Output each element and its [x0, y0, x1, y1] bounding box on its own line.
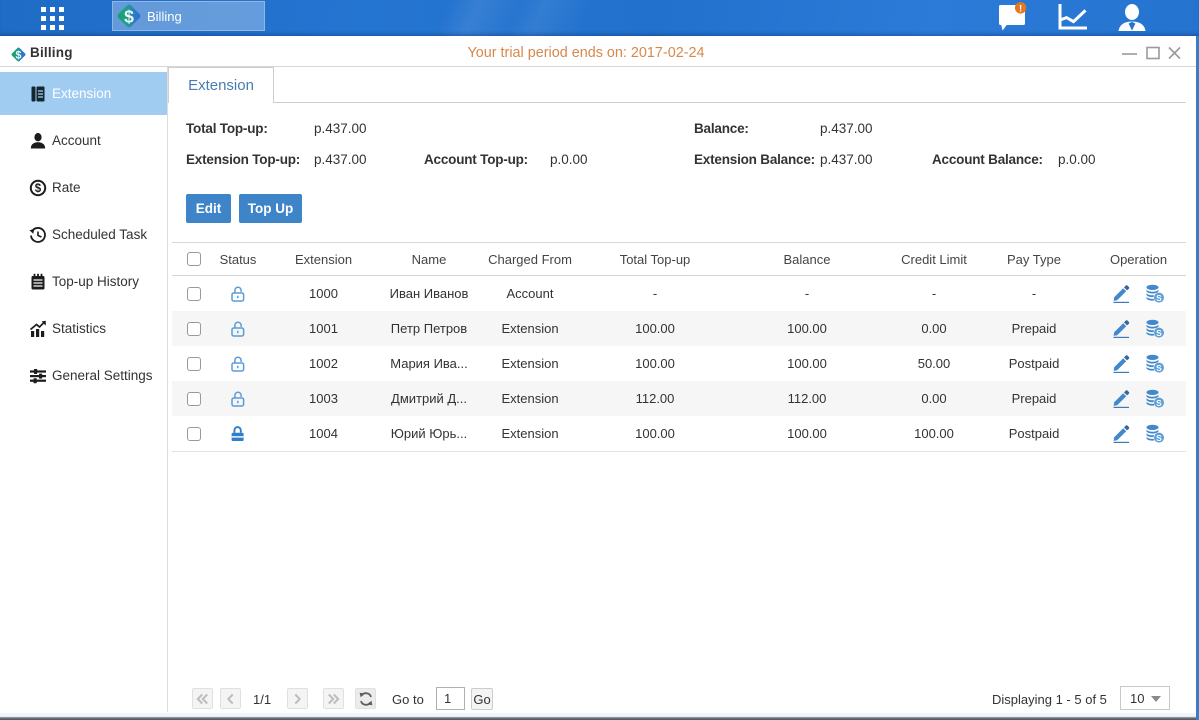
svg-text:S: S — [1156, 398, 1162, 408]
svg-text:$: $ — [124, 6, 134, 26]
svg-text:$: $ — [35, 183, 42, 195]
svg-text:S: S — [1156, 293, 1162, 303]
svg-text:$: $ — [16, 49, 22, 61]
svg-text:S: S — [1156, 363, 1162, 373]
svg-text:S: S — [1156, 328, 1162, 338]
svg-text:!: ! — [1019, 4, 1022, 15]
svg-text:S: S — [1156, 433, 1162, 443]
